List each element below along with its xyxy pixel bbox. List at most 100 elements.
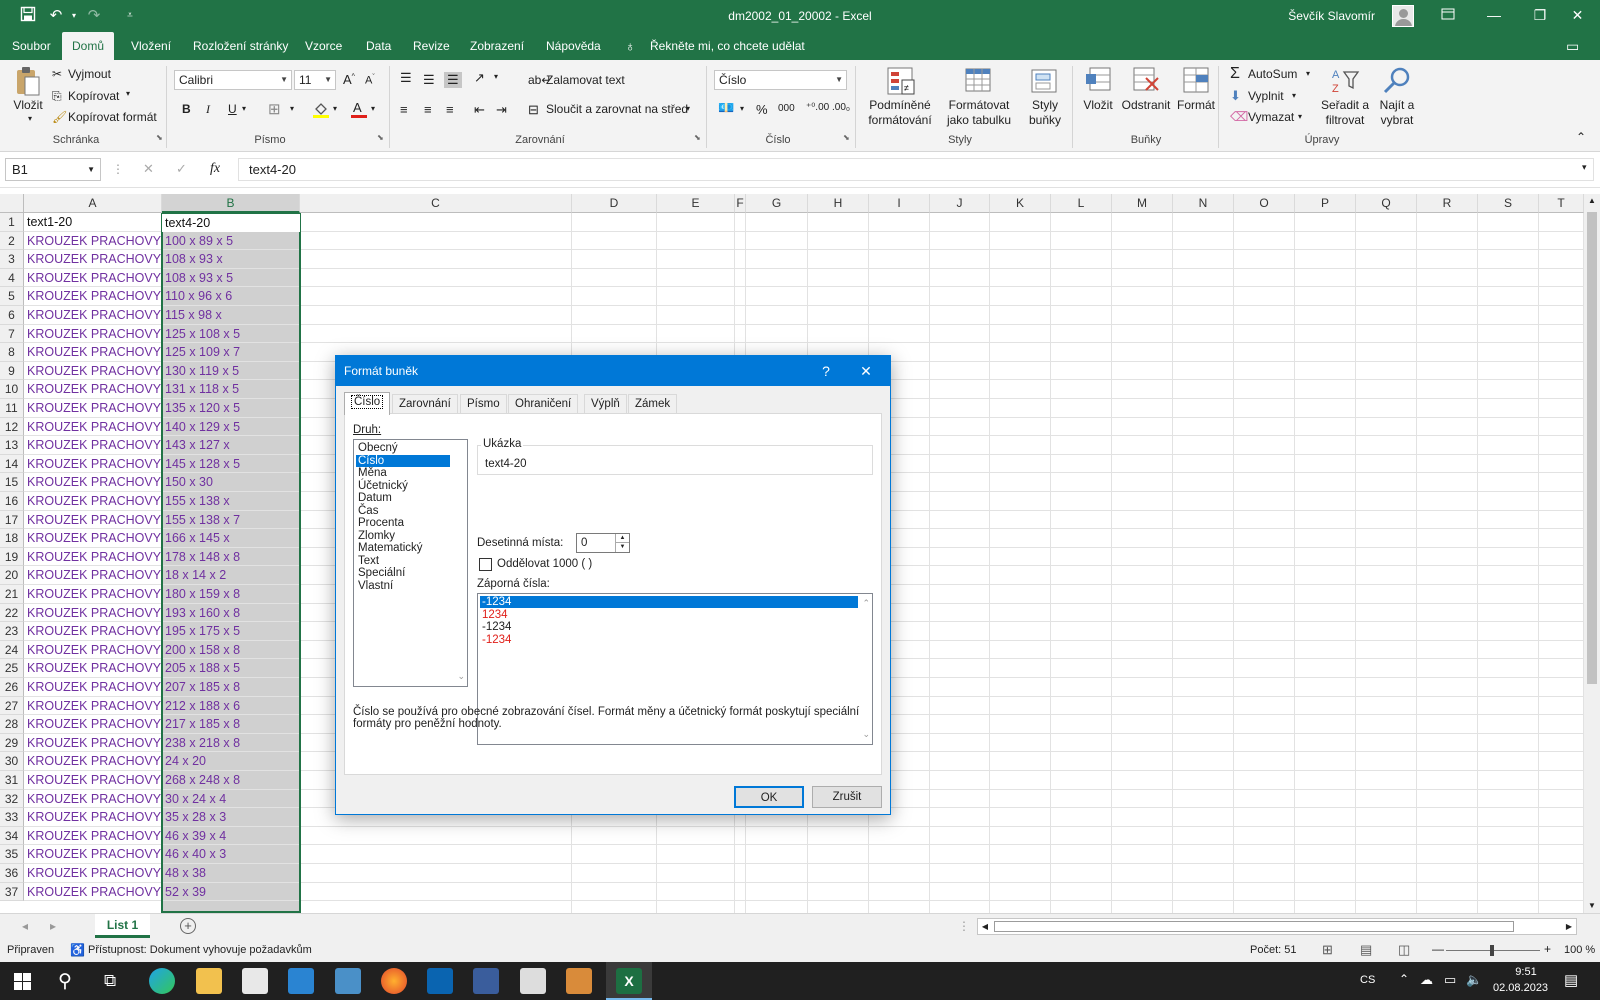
delete-cells-button[interactable]: Odstranit bbox=[1118, 98, 1174, 113]
formula-input[interactable]: text4-20 bbox=[238, 158, 1594, 181]
paste-dropdown-icon[interactable]: ▾ bbox=[28, 114, 32, 123]
thousands-separator-label[interactable]: Oddělovat 1000 ( ) bbox=[497, 558, 592, 570]
task-view-icon[interactable]: ⧉ bbox=[104, 971, 116, 991]
outlook-icon[interactable] bbox=[427, 968, 453, 994]
search-icon[interactable]: ⚲ bbox=[58, 970, 72, 993]
column-header-d[interactable]: D bbox=[572, 194, 657, 213]
format-painter-button[interactable]: Kopírovat formát bbox=[68, 110, 157, 124]
clear-dropdown-icon[interactable]: ▾ bbox=[1298, 112, 1302, 121]
row-header[interactable]: 31 bbox=[0, 771, 24, 790]
bold-button[interactable]: B bbox=[182, 102, 191, 116]
cell-a[interactable]: KROUZEK PRACHOVY bbox=[24, 864, 162, 883]
decrease-font-icon[interactable]: Aˇ bbox=[365, 74, 375, 87]
column-header-g[interactable]: G bbox=[746, 194, 808, 213]
cell-a[interactable]: KROUZEK PRACHOVY bbox=[24, 325, 162, 344]
volume-icon[interactable]: 🔈 bbox=[1466, 972, 1482, 988]
scroll-up-icon[interactable]: ▲ bbox=[1584, 194, 1600, 208]
sort-filter-button[interactable]: Seřadit a filtrovat bbox=[1314, 98, 1376, 128]
zoom-slider-thumb[interactable] bbox=[1490, 945, 1494, 956]
decrease-indent-icon[interactable]: ⇤ bbox=[474, 102, 485, 118]
scroll-left-icon[interactable]: ◀ bbox=[978, 919, 992, 934]
borders-dropdown-icon[interactable]: ▾ bbox=[290, 104, 294, 113]
cell-a[interactable]: KROUZEK PRACHOVY bbox=[24, 436, 162, 455]
format-as-table-button[interactable]: Formátovat jako tabulku bbox=[940, 98, 1018, 128]
borders-icon[interactable]: ⊞ bbox=[268, 100, 281, 118]
name-box[interactable]: B1 ▼ bbox=[5, 158, 101, 181]
category-item[interactable]: Vlastní bbox=[356, 580, 450, 592]
clock-date[interactable]: 02.08.2023 bbox=[1493, 982, 1548, 994]
row-header[interactable]: 32 bbox=[0, 789, 24, 809]
row-header[interactable]: 7 bbox=[0, 324, 24, 344]
ribbon-display-icon[interactable] bbox=[1425, 0, 1471, 32]
autosum-dropdown-icon[interactable]: ▾ bbox=[1306, 69, 1310, 78]
cell-a[interactable]: KROUZEK PRACHOVY bbox=[24, 529, 162, 548]
firefox-icon[interactable] bbox=[381, 968, 407, 994]
clipboard-launcher-icon[interactable]: ⬊ bbox=[156, 133, 163, 142]
store-icon[interactable] bbox=[242, 968, 268, 994]
cut-icon[interactable]: ✂ bbox=[52, 67, 62, 81]
cell-a[interactable]: KROUZEK PRACHOVY bbox=[24, 659, 162, 678]
cell-a[interactable]: KROUZEK PRACHOVY bbox=[24, 604, 162, 623]
language-indicator[interactable]: CS bbox=[1360, 974, 1375, 986]
format-table-icon[interactable] bbox=[964, 66, 994, 96]
normal-view-icon[interactable]: ⊞ bbox=[1322, 942, 1333, 958]
merge-dropdown-icon[interactable]: ▾ bbox=[686, 104, 690, 113]
fill-color-dropdown-icon[interactable]: ▾ bbox=[333, 104, 337, 113]
format-cells-icon[interactable] bbox=[1182, 66, 1210, 96]
column-header-s[interactable]: S bbox=[1478, 194, 1539, 213]
row-header[interactable]: 12 bbox=[0, 417, 24, 437]
align-left-icon[interactable]: ≡ bbox=[400, 102, 408, 117]
insert-function-icon[interactable]: fx bbox=[210, 161, 220, 177]
cut-button[interactable]: Vyjmout bbox=[68, 67, 111, 81]
copy-button[interactable]: Kopírovat bbox=[68, 89, 119, 103]
cell-a[interactable]: KROUZEK PRACHOVY bbox=[24, 752, 162, 771]
cell-a[interactable]: KROUZEK PRACHOVY bbox=[24, 492, 162, 511]
row-header[interactable]: 10 bbox=[0, 380, 24, 399]
zoom-in-icon[interactable]: + bbox=[1544, 942, 1551, 956]
cell-a[interactable]: KROUZEK PRACHOVY bbox=[24, 715, 162, 734]
tab-file[interactable]: Soubor bbox=[12, 32, 51, 60]
category-item[interactable]: Číslo bbox=[356, 454, 450, 467]
column-header-t[interactable]: T bbox=[1539, 194, 1584, 213]
increase-indent-icon[interactable]: ⇥ bbox=[496, 102, 507, 118]
tell-me-search[interactable]: Řekněte mi, co chcete udělat bbox=[650, 32, 805, 60]
alignment-launcher-icon[interactable]: ⬊ bbox=[694, 133, 701, 142]
page-layout-view-icon[interactable]: ▤ bbox=[1360, 942, 1372, 958]
negative-format-item[interactable]: -1234 bbox=[480, 634, 858, 646]
negative-format-item[interactable]: -1234 bbox=[480, 596, 858, 608]
category-item[interactable]: Měna bbox=[356, 467, 450, 479]
cell-a[interactable]: KROUZEK PRACHOVY bbox=[24, 548, 162, 567]
cell-a[interactable]: KROUZEK PRACHOVY bbox=[24, 845, 162, 864]
cell-a[interactable]: KROUZEK PRACHOVY bbox=[24, 306, 162, 325]
increase-decimal-icon[interactable]: ⁺⁰.00 bbox=[806, 102, 829, 113]
row-header[interactable]: 4 bbox=[0, 268, 24, 288]
align-middle-icon[interactable]: ☰ bbox=[423, 72, 435, 88]
cell-a[interactable]: KROUZEK PRACHOVY bbox=[24, 269, 162, 288]
paste-icon[interactable] bbox=[14, 66, 42, 98]
fill-icon[interactable]: ⬇ bbox=[1230, 88, 1241, 104]
avatar[interactable] bbox=[1392, 5, 1414, 27]
row-header[interactable]: 1 bbox=[0, 213, 24, 232]
next-sheet-icon[interactable]: ▸ bbox=[50, 919, 56, 933]
ok-button[interactable]: OK bbox=[734, 786, 804, 808]
delete-cells-icon[interactable] bbox=[1132, 66, 1160, 96]
cancel-button[interactable]: Zrušit bbox=[812, 786, 882, 808]
cell-a[interactable]: KROUZEK PRACHOVY bbox=[24, 566, 162, 585]
conditional-formatting-button[interactable]: Podmíněné formátování bbox=[862, 98, 938, 128]
row-header[interactable]: 16 bbox=[0, 492, 24, 511]
tab-insert[interactable]: Vložení bbox=[131, 32, 171, 60]
category-item[interactable]: Účetnický bbox=[356, 480, 450, 492]
orientation-dropdown-icon[interactable]: ▾ bbox=[494, 72, 498, 81]
clear-button[interactable]: Vymazat bbox=[1248, 110, 1294, 124]
row-header[interactable]: 33 bbox=[0, 808, 24, 827]
tab-review[interactable]: Revize bbox=[413, 32, 450, 60]
spin-up-icon[interactable]: ▲ bbox=[615, 534, 629, 543]
autosum-button[interactable]: AutoSum bbox=[1248, 67, 1297, 81]
row-header[interactable]: 18 bbox=[0, 529, 24, 548]
cell-a[interactable]: KROUZEK PRACHOVY bbox=[24, 585, 162, 604]
cell-a[interactable]: KROUZEK PRACHOVY bbox=[24, 808, 162, 827]
category-item[interactable]: Matematický bbox=[356, 542, 450, 554]
column-header-i[interactable]: I bbox=[869, 194, 930, 213]
collapse-ribbon-icon[interactable]: ⌃ bbox=[1576, 130, 1586, 144]
expand-formula-bar-icon[interactable]: ▾ bbox=[1582, 162, 1587, 173]
